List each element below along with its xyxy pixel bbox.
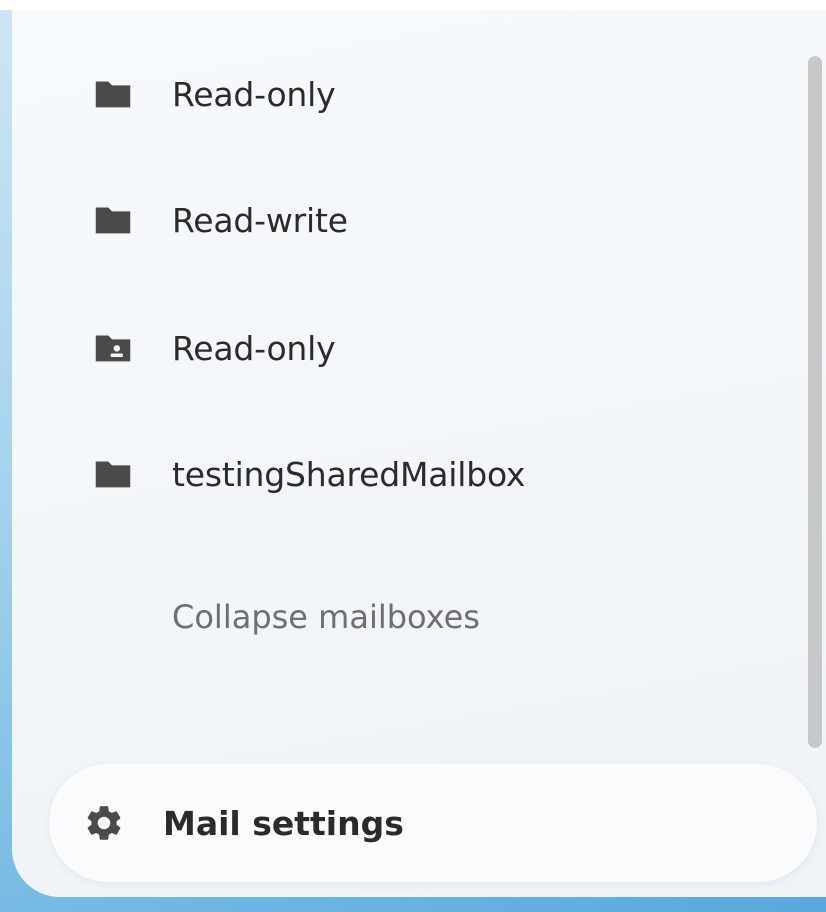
mailbox-label: Read-only xyxy=(172,328,336,368)
shared-folder-icon xyxy=(90,325,136,371)
mailbox-item-read-only[interactable]: Read-only xyxy=(90,66,336,122)
folder-icon xyxy=(90,197,136,243)
top-strip xyxy=(0,0,826,10)
mailbox-item-testing-shared-mailbox[interactable]: testingSharedMailbox xyxy=(90,446,525,502)
folder-icon xyxy=(90,71,136,117)
mail-settings-label: Mail settings xyxy=(163,803,404,843)
mail-navigation-panel: Read-only Read-write Read-only testingSh… xyxy=(12,10,826,897)
collapse-mailboxes-button[interactable]: Collapse mailboxes xyxy=(172,594,480,640)
mailbox-item-shared-read-only[interactable]: Read-only xyxy=(90,320,336,376)
gear-icon xyxy=(81,800,127,846)
folder-icon xyxy=(90,451,136,497)
mailbox-label: testingSharedMailbox xyxy=(172,454,526,494)
scrollbar[interactable] xyxy=(808,56,822,748)
mailbox-label: Read-write xyxy=(172,200,348,240)
mailbox-item-read-write[interactable]: Read-write xyxy=(90,192,348,248)
mail-settings-button[interactable]: Mail settings xyxy=(49,764,817,882)
mailbox-label: Read-only xyxy=(172,74,336,114)
